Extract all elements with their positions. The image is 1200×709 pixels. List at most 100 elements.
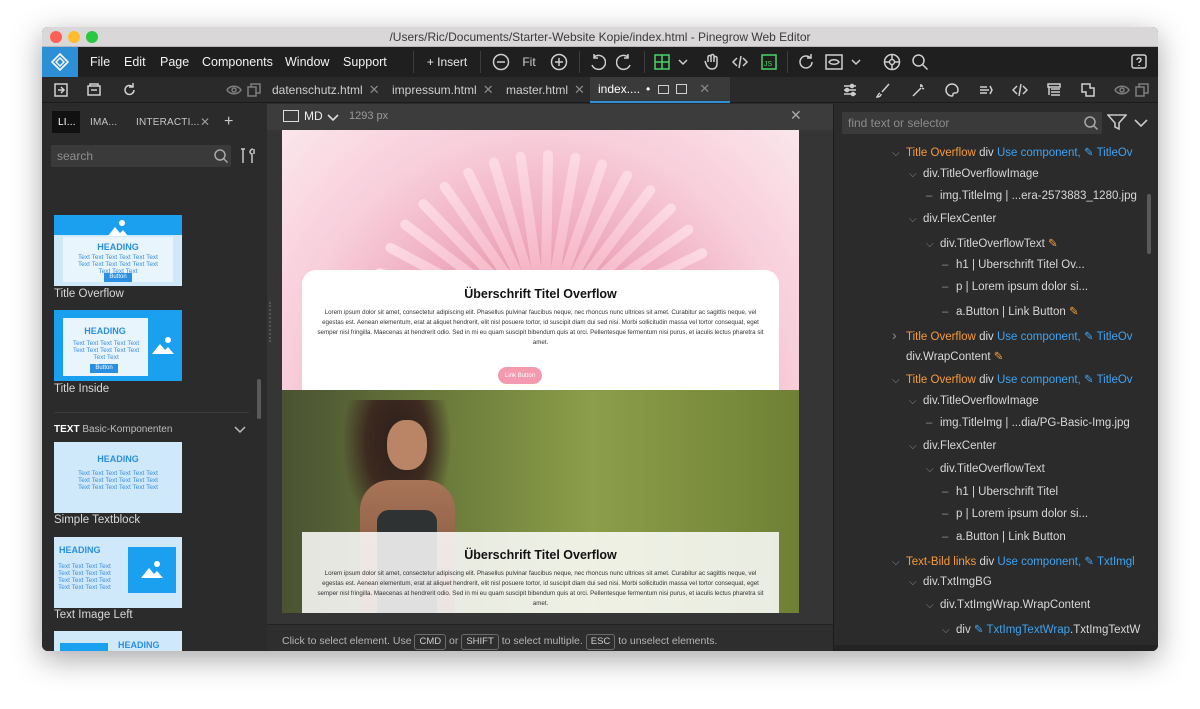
tree-node[interactable]: – p | Lorem ipsum dolor si...	[942, 281, 1158, 303]
grid-layout-icon[interactable]	[652, 52, 672, 72]
chevron-down-icon[interactable]: ⌵	[942, 625, 956, 636]
menu-file[interactable]: File	[90, 55, 110, 69]
magic-wand-icon[interactable]	[908, 80, 928, 100]
code-view-icon[interactable]	[730, 52, 750, 72]
properties-sliders-icon[interactable]	[840, 80, 860, 100]
pencil-icon[interactable]: ✎	[1084, 331, 1097, 343]
menu-window[interactable]: Window	[285, 55, 329, 69]
component-card-text-image-left[interactable]: HEADING Text Text Text Text Text Text Te…	[54, 537, 182, 608]
save-icon[interactable]	[84, 80, 104, 100]
component-card-title-overflow[interactable]: HEADING Text Text Text Text Text Text Te…	[54, 215, 182, 286]
device-icon[interactable]	[283, 110, 299, 122]
preview-eye-icon[interactable]	[824, 52, 844, 72]
tree-node[interactable]: ⌵ div.TxtImgWrap.WrapContent	[926, 599, 1158, 621]
tree-node[interactable]: ⌵ div.TitleOverflowImage	[909, 168, 1158, 190]
tree-node[interactable]: › Title Overflow div Use component, ✎ Tit…	[892, 327, 1158, 349]
chevron-down-icon[interactable]	[234, 422, 246, 440]
tree-node[interactable]: ⌵ div.FlexCenter	[909, 213, 1158, 235]
horizontal-scrollbar[interactable]	[834, 645, 1158, 651]
section-header-text[interactable]: TEXT Basic-Komponenten	[54, 424, 254, 435]
pencil-icon[interactable]: ✎	[1084, 374, 1097, 386]
pencil-icon[interactable]: ✎	[1066, 306, 1079, 318]
hand-icon[interactable]	[702, 52, 722, 72]
tab-datenschutz[interactable]: datenschutz.html ✕	[264, 77, 380, 103]
detach-icon[interactable]	[676, 84, 688, 94]
panel-scrollbar[interactable]	[257, 379, 261, 419]
copy-icon[interactable]	[244, 80, 264, 100]
code-icon[interactable]	[1010, 80, 1030, 100]
menu-components[interactable]: Components	[202, 55, 273, 69]
chevron-down-icon[interactable]	[849, 52, 863, 72]
tab-impressum[interactable]: impressum.html ✕	[384, 77, 494, 103]
tree-node[interactable]: div.WrapContent ✎	[892, 349, 1158, 371]
resize-handle[interactable]	[269, 302, 271, 342]
tree-node[interactable]: ⌵ Text-Bild links div Use component, ✎ Tx…	[892, 554, 1158, 576]
search-icon[interactable]	[213, 148, 229, 169]
title-overflow-box[interactable]: Überschrift Titel Overflow Lorem ipsum d…	[302, 532, 779, 613]
redo-icon[interactable]	[615, 52, 635, 72]
library-search-input[interactable]: search	[51, 145, 231, 167]
tree-node[interactable]: – a.Button | Link Button ✎	[942, 304, 1158, 326]
menu-edit[interactable]: Edit	[124, 55, 146, 69]
tree-node[interactable]: – img.TitleImg | ...era-2573883_1280.jpg	[926, 190, 1158, 212]
refresh-icon[interactable]	[796, 52, 816, 72]
close-icon[interactable]: ✕	[194, 111, 216, 133]
pencil-icon[interactable]: ✎	[1045, 238, 1058, 250]
copy-icon[interactable]	[1132, 80, 1152, 100]
pinegrow-logo-icon[interactable]	[42, 47, 78, 77]
open-project-icon[interactable]	[51, 80, 71, 100]
tools-icon[interactable]	[239, 147, 259, 170]
style-brush-icon[interactable]	[874, 80, 894, 100]
close-icon[interactable]: ✕	[369, 82, 380, 98]
tree-search-input[interactable]: find text or selector	[842, 112, 1102, 134]
tree-node[interactable]: – h1 | Überschrift Titel Ov...	[942, 259, 1158, 281]
menu-support[interactable]: Support	[343, 55, 387, 69]
tree-node[interactable]: ⌵ Title Overflow div Use component, ✎ Tit…	[892, 145, 1158, 167]
chevron-down-icon[interactable]: ⌵	[909, 577, 923, 588]
pencil-icon[interactable]: ✎	[991, 351, 1004, 363]
chevron-down-icon[interactable]: ⌵	[892, 375, 906, 386]
zoom-out-icon[interactable]	[491, 52, 511, 72]
chevron-down-icon[interactable]	[676, 52, 690, 72]
pencil-icon[interactable]: ✎	[1084, 556, 1097, 568]
page-heading[interactable]: Überschrift Titel Overflow	[302, 548, 779, 562]
close-icon[interactable]: ✕	[483, 82, 494, 98]
close-icon[interactable]: ✕	[574, 82, 585, 98]
tree-node[interactable]: ⌵ div.TxtImgBG	[909, 576, 1158, 598]
chevron-down-icon[interactable]	[327, 110, 339, 128]
eye-icon[interactable]	[224, 80, 244, 100]
use-component-link[interactable]: Use component,	[997, 147, 1081, 159]
fit-button[interactable]: Fit	[518, 52, 540, 72]
search-icon[interactable]	[1083, 115, 1099, 136]
page-paragraph[interactable]: Lorem ipsum dolor sit amet, consectetur …	[314, 569, 767, 609]
chevron-down-icon[interactable]: ⌵	[909, 169, 923, 180]
component-card-text-image-right[interactable]: HEADING	[54, 631, 182, 651]
tree-node[interactable]: ⌵ div.TitleOverflowText	[926, 463, 1158, 485]
use-component-link[interactable]: Use component,	[997, 374, 1081, 386]
tab-library[interactable]: LI...	[52, 111, 80, 133]
actions-icon[interactable]	[976, 80, 996, 100]
window-icon[interactable]	[658, 84, 670, 94]
insert-button[interactable]: + Insert	[422, 52, 472, 72]
javascript-icon[interactable]: JS	[759, 52, 779, 72]
tree-node[interactable]: ⌵ div.TitleOverflowImage	[909, 395, 1158, 417]
tab-master[interactable]: master.html ✕	[498, 77, 585, 103]
undo-icon[interactable]	[587, 52, 607, 72]
chevron-down-icon[interactable]: ⌵	[892, 557, 906, 568]
settings-wheel-icon[interactable]	[882, 52, 902, 72]
page-preview[interactable]: Überschrift Titel Overflow Lorem ipsum d…	[282, 130, 799, 613]
chevron-down-icon[interactable]: ⌵	[892, 148, 906, 159]
tab-images[interactable]: IMA...	[84, 111, 123, 133]
reload-icon[interactable]	[120, 80, 140, 100]
components-icon[interactable]	[1078, 80, 1098, 100]
tree-node[interactable]: – h1 | Überschrift Titel	[942, 486, 1158, 508]
palette-icon[interactable]	[942, 80, 962, 100]
chevron-down-icon[interactable]: ⌵	[926, 600, 940, 611]
tree-node[interactable]: – a.Button | Link Button	[942, 531, 1158, 553]
eye-icon[interactable]	[1112, 80, 1132, 100]
search-icon[interactable]	[910, 52, 930, 72]
pencil-icon[interactable]: ✎	[1084, 147, 1097, 159]
chevron-down-icon[interactable]	[1134, 116, 1148, 134]
page-heading[interactable]: Überschrift Titel Overflow	[302, 287, 779, 301]
close-icon[interactable]: ✕	[699, 81, 710, 97]
